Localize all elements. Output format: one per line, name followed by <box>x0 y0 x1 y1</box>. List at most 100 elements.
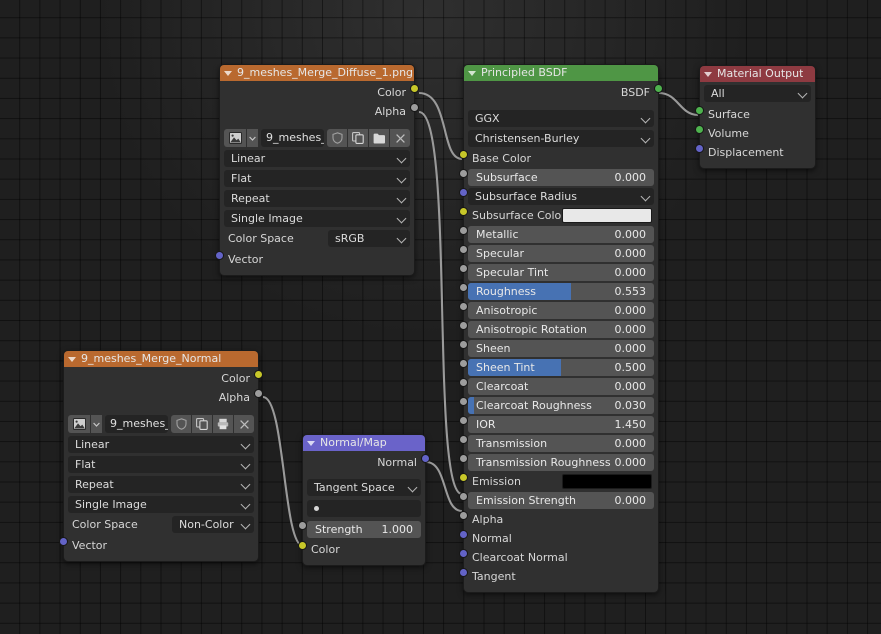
node-image-texture-normal[interactable]: 9_meshes_Merge_Normal Color Alpha 9_mesh… <box>59 350 263 562</box>
color-space-dropdown[interactable]: Non-Color <box>172 516 254 533</box>
sheen-slider[interactable]: Sheen 0.000 <box>468 340 654 357</box>
shield-fake-user-icon[interactable] <box>171 415 191 433</box>
clearcoat-slider[interactable]: Clearcoat 0.000 <box>468 378 654 395</box>
socket-input-clearcoat-normal[interactable] <box>459 549 468 558</box>
copy-new-image-icon[interactable] <box>192 415 212 433</box>
render-target-dropdown[interactable]: All <box>704 85 811 102</box>
socket-output-color[interactable] <box>254 370 263 379</box>
image-icon[interactable] <box>68 415 90 433</box>
extension-dropdown[interactable]: Repeat <box>68 476 254 493</box>
distribution-dropdown[interactable]: GGX <box>468 110 654 127</box>
socket-input-surface[interactable] <box>695 106 704 115</box>
socket-input-sheen[interactable] <box>459 340 468 349</box>
shader-node-editor[interactable]: 9_meshes_Merge_Diffuse_1.png Color Alpha… <box>0 0 881 634</box>
color-space-dropdown[interactable]: sRGB <box>328 230 410 247</box>
anisotropic-rotation-slider[interactable]: Anisotropic Rotation 0.000 <box>468 321 654 338</box>
socket-input-alpha[interactable] <box>459 511 468 520</box>
node-header[interactable]: Principled BSDF <box>464 65 658 81</box>
node-header[interactable]: Material Output <box>700 66 815 82</box>
open-folder-icon[interactable] <box>369 129 389 147</box>
normal-space-dropdown[interactable]: Tangent Space <box>307 479 421 496</box>
projection-dropdown[interactable]: Flat <box>224 170 410 187</box>
transmission-roughness-slider[interactable]: Transmission Roughness 0.000 <box>468 454 654 471</box>
socket-input-clearcoat[interactable] <box>459 378 468 387</box>
image-browse-chevron-icon[interactable] <box>247 129 258 147</box>
unlink-x-icon[interactable] <box>390 129 410 147</box>
socket-output-alpha[interactable] <box>254 389 263 398</box>
socket-input-transmission-roughness[interactable] <box>459 454 468 463</box>
collapse-triangle-icon[interactable] <box>704 72 712 77</box>
socket-input-emission[interactable] <box>459 473 468 482</box>
socket-input-tangent[interactable] <box>459 568 468 577</box>
socket-input-sheen-tint[interactable] <box>459 359 468 368</box>
socket-input-base-color[interactable] <box>459 150 468 159</box>
socket-input-roughness[interactable] <box>459 283 468 292</box>
image-browse-chevron-icon[interactable] <box>91 415 102 433</box>
socket-input-anisotropic-rotation[interactable] <box>459 321 468 330</box>
extension-dropdown[interactable]: Repeat <box>224 190 410 207</box>
node-normal-map[interactable]: Normal/Map Normal Tangent Space Strength <box>298 434 430 566</box>
node-header[interactable]: Normal/Map <box>303 435 425 451</box>
subsurface-radius-dropdown[interactable]: Subsurface Radius <box>468 188 654 205</box>
socket-input-subsurface[interactable] <box>459 169 468 178</box>
collapse-triangle-icon[interactable] <box>68 357 76 362</box>
socket-input-displacement[interactable] <box>695 144 704 153</box>
socket-input-ior[interactable] <box>459 416 468 425</box>
socket-input-subsurface-radius[interactable] <box>459 188 468 197</box>
socket-input-strength[interactable] <box>298 521 307 530</box>
node-principled-bsdf[interactable]: Principled BSDF BSDF GGX Christensen-Bur… <box>459 64 663 593</box>
socket-input-specular-tint[interactable] <box>459 264 468 273</box>
shield-fake-user-icon[interactable] <box>327 129 347 147</box>
unlink-x-icon[interactable] <box>234 415 254 433</box>
collapse-triangle-icon[interactable] <box>224 71 232 76</box>
source-dropdown[interactable]: Single Image <box>68 496 254 513</box>
strength-slider[interactable]: Strength 1.000 <box>307 521 421 538</box>
socket-input-normal[interactable] <box>459 530 468 539</box>
emission-swatch[interactable] <box>562 474 652 489</box>
uv-map-field[interactable] <box>307 500 421 517</box>
clearcoat-roughness-slider[interactable]: Clearcoat Roughness 0.030 <box>468 397 654 414</box>
pack-image-icon[interactable] <box>213 415 233 433</box>
collapse-triangle-icon[interactable] <box>468 71 476 76</box>
socket-input-color[interactable] <box>298 541 307 550</box>
image-icon[interactable] <box>224 129 246 147</box>
node-header[interactable]: 9_meshes_Merge_Diffuse_1.png <box>220 65 414 81</box>
node-image-texture-diffuse[interactable]: 9_meshes_Merge_Diffuse_1.png Color Alpha… <box>215 64 419 276</box>
socket-input-emission-strength[interactable] <box>459 492 468 501</box>
transmission-slider[interactable]: Transmission 0.000 <box>468 435 654 452</box>
socket-output-alpha[interactable] <box>410 103 419 112</box>
collapse-triangle-icon[interactable] <box>307 441 315 446</box>
interpolation-dropdown[interactable]: Linear <box>224 150 410 167</box>
interpolation-dropdown[interactable]: Linear <box>68 436 254 453</box>
node-header[interactable]: 9_meshes_Merge_Normal <box>64 351 258 367</box>
specular-slider[interactable]: Specular 0.000 <box>468 245 654 262</box>
socket-input-transmission[interactable] <box>459 435 468 444</box>
roughness-slider[interactable]: Roughness 0.553 <box>468 283 654 300</box>
subsurface-color-swatch[interactable] <box>562 208 652 223</box>
image-name-field[interactable]: 9_meshes_Mer... <box>105 415 168 433</box>
socket-output-color[interactable] <box>410 84 419 93</box>
metallic-slider[interactable]: Metallic 0.000 <box>468 226 654 243</box>
socket-input-anisotropic[interactable] <box>459 302 468 311</box>
socket-input-subsurface-color[interactable] <box>459 207 468 216</box>
socket-input-vector[interactable] <box>59 537 68 546</box>
specular-tint-slider[interactable]: Specular Tint 0.000 <box>468 264 654 281</box>
node-material-output[interactable]: Material Output All Surface Volume Displ… <box>695 65 816 169</box>
socket-output-bsdf[interactable] <box>654 84 663 93</box>
copy-new-image-icon[interactable] <box>348 129 368 147</box>
subsurface-method-dropdown[interactable]: Christensen-Burley <box>468 130 654 147</box>
subsurface-slider[interactable]: Subsurface 0.000 <box>468 169 654 186</box>
emission-strength-slider[interactable]: Emission Strength 0.000 <box>468 492 654 509</box>
image-name-field[interactable]: 9_meshes_Mer... <box>261 129 324 147</box>
source-dropdown[interactable]: Single Image <box>224 210 410 227</box>
socket-input-clearcoat-roughness[interactable] <box>459 397 468 406</box>
anisotropic-slider[interactable]: Anisotropic 0.000 <box>468 302 654 319</box>
socket-output-normal[interactable] <box>421 454 430 463</box>
socket-input-specular[interactable] <box>459 245 468 254</box>
projection-dropdown[interactable]: Flat <box>68 456 254 473</box>
sheen-tint-slider[interactable]: Sheen Tint 0.500 <box>468 359 654 376</box>
ior-slider[interactable]: IOR 1.450 <box>468 416 654 433</box>
socket-input-vector[interactable] <box>215 251 224 260</box>
socket-input-volume[interactable] <box>695 125 704 134</box>
socket-input-metallic[interactable] <box>459 226 468 235</box>
